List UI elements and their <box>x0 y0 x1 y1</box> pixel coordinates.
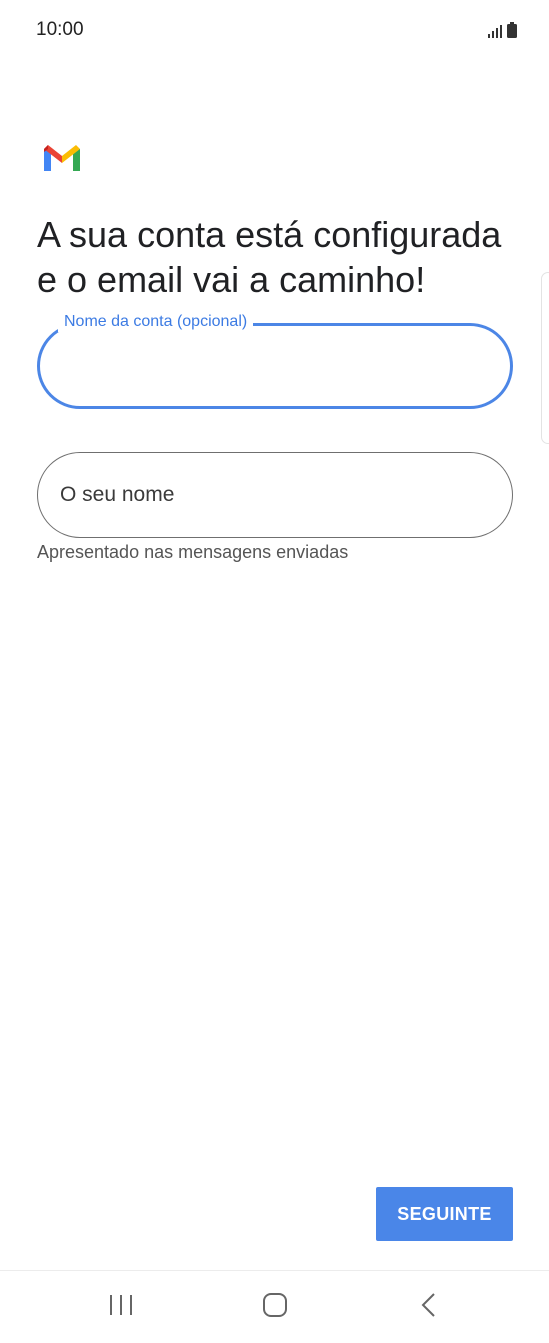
recents-icon <box>110 1295 132 1315</box>
home-icon <box>263 1293 287 1317</box>
home-button[interactable] <box>250 1285 300 1325</box>
gmail-logo <box>44 145 80 171</box>
recents-button[interactable] <box>96 1285 146 1325</box>
your-name-input[interactable] <box>60 453 480 537</box>
status-bar: 10:00 <box>0 0 549 60</box>
status-time: 10:00 <box>36 19 84 40</box>
your-name-helper-text: Apresentado nas mensagens enviadas <box>37 542 349 562</box>
navigation-bar <box>0 1270 549 1343</box>
page-title: A sua conta está configurada e o email v… <box>37 212 527 302</box>
battery-icon <box>507 22 517 38</box>
account-name-input[interactable] <box>62 326 482 406</box>
account-name-field[interactable]: Nome da conta (opcional) <box>37 312 513 409</box>
back-icon <box>421 1293 435 1317</box>
next-button[interactable]: SEGUINTE <box>376 1187 513 1241</box>
status-icons <box>488 20 517 38</box>
page-title-line-2: e o email vai a caminho! <box>37 259 426 300</box>
back-button[interactable] <box>404 1285 454 1325</box>
scroll-edge-indicator <box>541 272 549 444</box>
page-title-line-1: A sua conta está configurada <box>37 214 502 255</box>
your-name-field[interactable] <box>37 452 513 538</box>
signal-icon <box>488 24 502 38</box>
